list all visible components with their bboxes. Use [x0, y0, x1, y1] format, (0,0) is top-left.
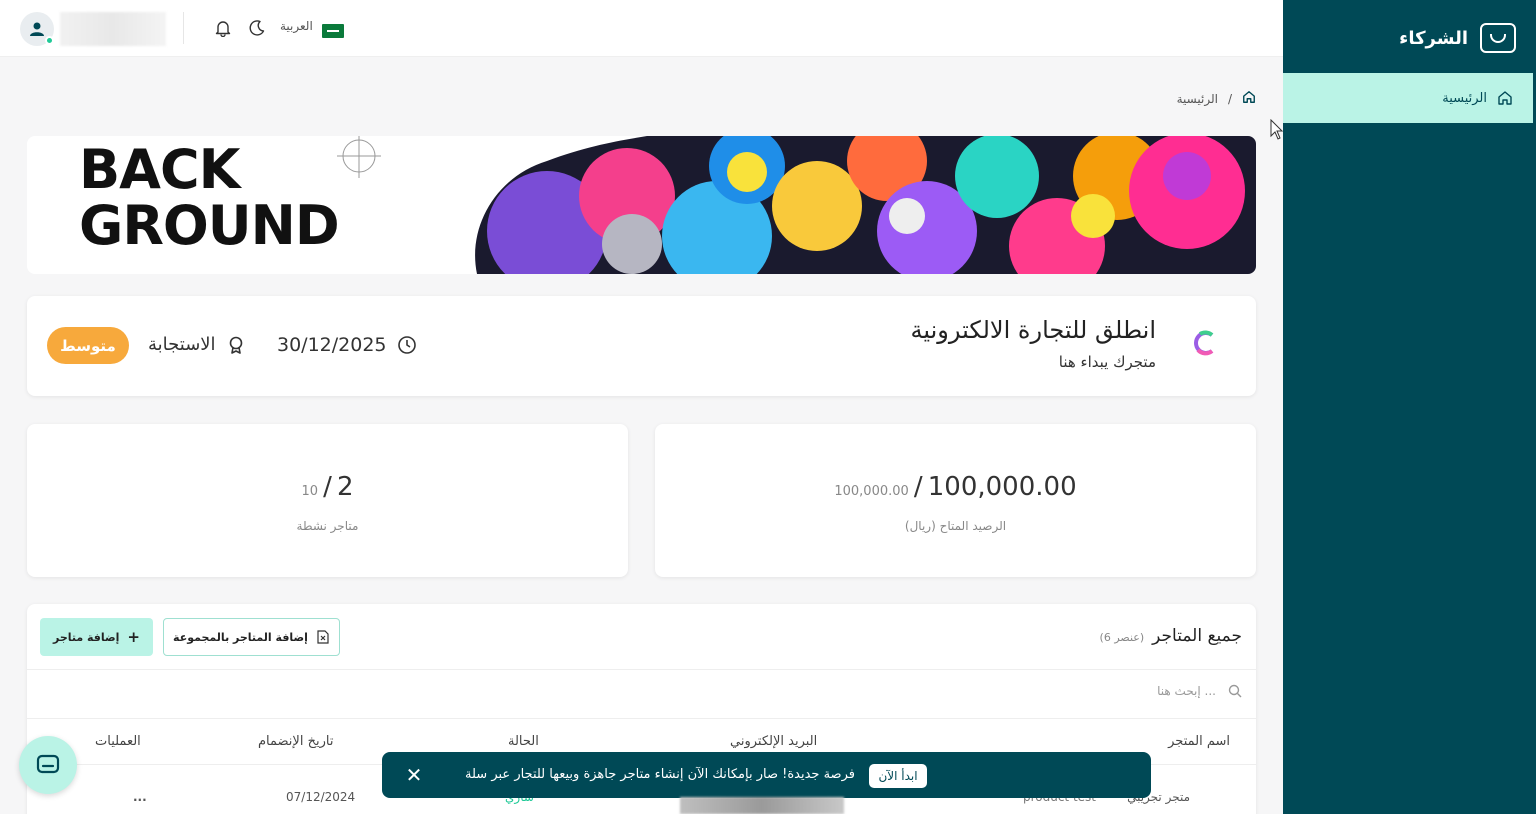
toast-start-button[interactable]: ابدأ الآن	[869, 764, 927, 788]
stores-count: 2	[336, 472, 354, 502]
stores-total: 10	[301, 484, 319, 499]
response-label: الاستجابة	[148, 334, 216, 355]
row-joined-date: 07/12/2024	[286, 790, 356, 804]
column-header-store-name[interactable]: اسم المتجر	[1168, 734, 1230, 749]
store-date: 30/12/2025	[277, 334, 417, 356]
store-logo	[1184, 322, 1226, 364]
redacted-area	[680, 797, 844, 814]
table-count: (6 عنصر)	[1099, 631, 1145, 644]
search-icon	[1228, 684, 1242, 698]
sidebar: الشركاء الرئيسية	[1283, 0, 1536, 814]
bulk-add-label: إضافة المتاجر بالمجموعة	[173, 630, 308, 644]
breadcrumb-current[interactable]: الرئيسية	[1177, 92, 1218, 106]
column-header-status[interactable]: الحالة	[508, 734, 539, 749]
moon-icon[interactable]	[247, 18, 267, 38]
saudi-flag-icon[interactable]	[322, 24, 344, 38]
balance-value: 100,000.00 / 100,000.00	[655, 472, 1256, 502]
badge-icon	[229, 336, 242, 354]
balance-separator: /	[913, 472, 923, 502]
add-store-label: إضافة متاجر	[52, 630, 120, 644]
user-name-redacted	[60, 12, 166, 46]
banner-line-2: GROUND	[79, 194, 340, 257]
search-input[interactable]: إبحث هنا ...	[1157, 684, 1216, 698]
promo-banner: BACK GROUND	[27, 136, 1256, 274]
brand[interactable]: الشركاء	[1399, 22, 1516, 54]
active-stores-value: 10 / 2	[27, 472, 628, 502]
announcement-toast: فرصة جديدة! صار بإمكانك الآن إنشاء متاجر…	[382, 752, 1151, 798]
store-logo-icon	[1194, 330, 1214, 356]
store-info-card: انطلق للتجارة الالكترونية متجرك يبداء هن…	[27, 296, 1256, 396]
sidebar-item-label: الرئيسية	[1442, 90, 1487, 106]
store-subtitle: متجرك يبداء هنا	[1058, 353, 1156, 371]
plus-icon: +	[127, 628, 140, 646]
balance-amount: 100,000.00	[927, 472, 1077, 502]
toast-message: فرصة جديدة! صار بإمكانك الآن إنشاء متاجر…	[465, 767, 855, 782]
mouse-cursor-icon	[1270, 119, 1284, 140]
chat-support-button[interactable]	[19, 736, 77, 794]
language-switcher[interactable]: العربية	[280, 19, 313, 33]
banner-line-1: BACK	[79, 138, 240, 201]
add-store-button[interactable]: إضافة متاجر +	[40, 618, 153, 656]
sidebar-item-home[interactable]: الرئيسية	[1283, 73, 1533, 123]
column-header-joined[interactable]: تاريخ الإنضمام	[258, 734, 333, 749]
balance-card: 100,000.00 / 100,000.00 الرصيد المتاح (ر…	[655, 424, 1256, 577]
divider	[27, 718, 1256, 719]
active-stores-card: 10 / 2 متاجر نشطة	[27, 424, 628, 577]
chat-icon	[36, 754, 60, 774]
divider	[27, 669, 1256, 670]
table-title: جميع المتاجر	[1152, 626, 1242, 646]
search-bar[interactable]: إبحث هنا ...	[1157, 684, 1242, 698]
excel-file-icon	[317, 630, 329, 644]
home-icon	[1497, 90, 1513, 106]
row-actions-menu[interactable]: ...	[133, 790, 147, 804]
brand-logo-icon	[1480, 23, 1516, 53]
bell-icon[interactable]	[213, 18, 233, 38]
date-value: 30/12/2025	[277, 334, 387, 356]
store-title: انطلق للتجارة الالكترونية	[910, 316, 1156, 344]
column-header-email[interactable]: البريد الإلكتروني	[730, 734, 817, 749]
breadcrumb-separator: /	[1227, 91, 1232, 106]
level-badge: متوسط	[47, 327, 129, 364]
bulk-add-button[interactable]: إضافة المتاجر بالمجموعة	[163, 618, 340, 656]
active-stores-label: متاجر نشطة	[296, 519, 359, 533]
response-indicator: الاستجابة	[148, 334, 246, 355]
topbar: العربية	[0, 0, 1283, 57]
close-icon[interactable]: ✕	[402, 763, 426, 787]
column-header-actions: العمليات	[95, 734, 141, 749]
divider	[183, 12, 184, 44]
user-avatar[interactable]	[20, 12, 54, 46]
stores-separator: /	[323, 472, 332, 502]
banner-headline: BACK GROUND	[79, 138, 340, 257]
table-header: (6 عنصر) جميع المتاجر	[1100, 626, 1242, 646]
balance-total: 100,000.00	[834, 484, 909, 499]
online-status-dot	[45, 36, 54, 45]
breadcrumb: الرئيسية /	[1177, 90, 1256, 107]
clock-icon	[397, 336, 416, 354]
balance-label: الرصيد المتاح (ريال)	[904, 519, 1007, 533]
brand-name: الشركاء	[1399, 27, 1468, 49]
user-icon	[30, 22, 44, 36]
home-icon[interactable]	[1242, 90, 1256, 107]
